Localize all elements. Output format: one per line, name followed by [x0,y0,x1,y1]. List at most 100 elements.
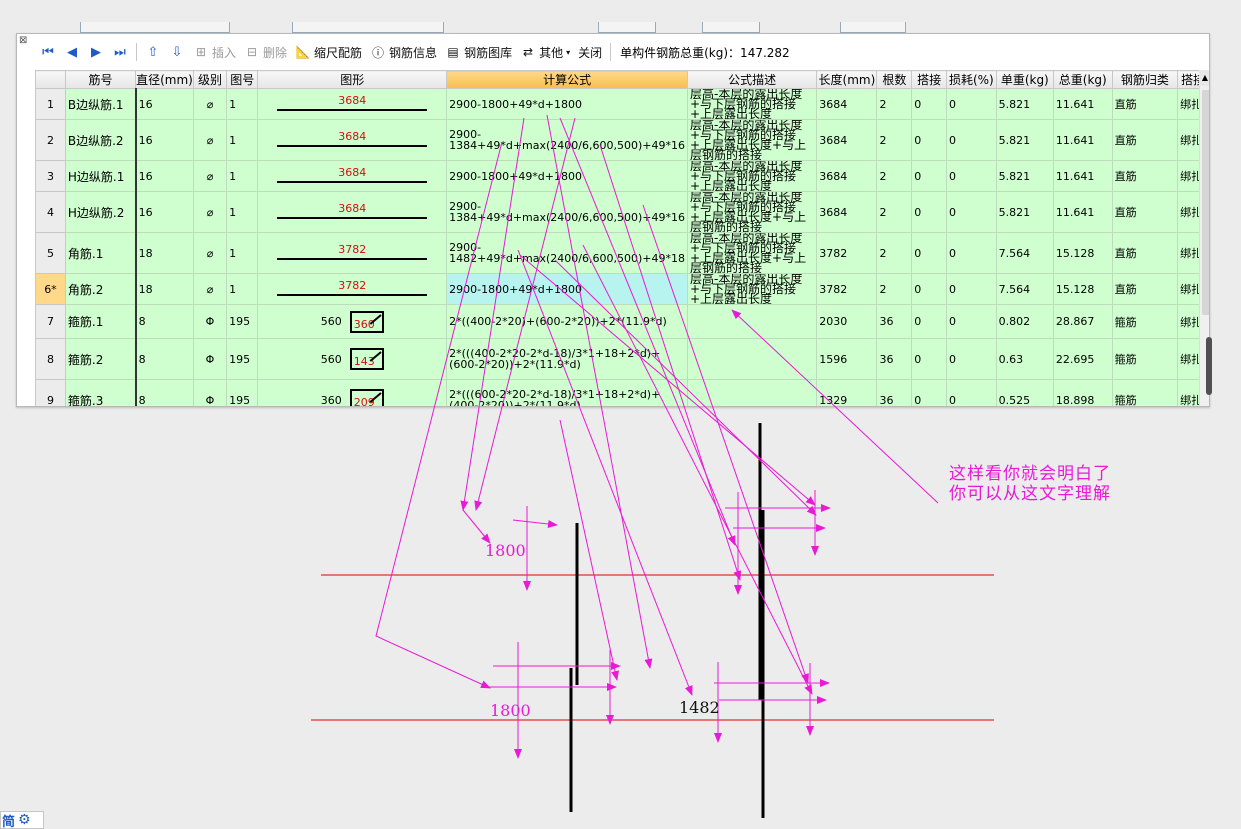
length-cell[interactable]: 3782 [816,273,878,305]
bar-id-cell[interactable]: H边纵筋.2 [64,191,137,233]
row-number[interactable]: 1 [35,88,66,120]
category-cell[interactable]: 直筋 [1111,88,1179,120]
bar-id-cell[interactable]: B边纵筋.2 [64,119,137,161]
grade-cell[interactable]: ⌀ [192,191,228,233]
formula-desc-cell[interactable]: 层高-本层的露出长度+与下层钢筋的搭接+上层露出长度 [686,160,818,192]
grade-cell[interactable]: ⌀ [192,119,228,161]
category-cell[interactable]: 箍筋 [1111,379,1179,406]
grade-cell[interactable]: ⌀ [192,232,228,274]
last-record-button[interactable]: ⏭ [109,41,131,63]
row-number[interactable]: 6* [35,273,66,305]
loss-cell[interactable]: 0 [945,379,997,406]
lap-cell[interactable]: 0 [911,119,947,161]
header-category[interactable]: 钢筋归类 [1111,70,1179,89]
length-cell[interactable]: 2030 [816,304,878,339]
table-row[interactable]: 5 角筋.1 18 ⌀ 1 3782 2900-1482+49*d+max(24… [35,232,1209,274]
count-cell[interactable]: 36 [876,379,913,406]
unit-weight-cell[interactable]: 5.821 [995,160,1054,192]
diameter-cell[interactable]: 8 [134,379,194,406]
header-figure-no[interactable]: 图号 [226,70,259,89]
lap-cell[interactable]: 0 [911,338,947,380]
table-row-current[interactable]: 6* 角筋.2 18 ⌀ 1 3782 2900-1800+49*d+1800 … [35,273,1209,305]
total-weight-cell[interactable]: 11.641 [1052,191,1113,233]
bar-id-cell[interactable]: H边纵筋.1 [64,160,137,192]
header-formula-desc[interactable]: 公式描述 [686,70,818,89]
formula-desc-cell[interactable] [686,379,818,406]
shape-cell[interactable]: 360 209 [257,379,448,406]
unit-weight-cell[interactable]: 5.821 [995,88,1054,120]
top-tab[interactable] [840,22,906,33]
lap-cell[interactable]: 0 [911,88,947,120]
bar-id-cell[interactable]: 箍筋.2 [64,338,137,380]
total-weight-cell[interactable]: 11.641 [1052,88,1113,120]
length-cell[interactable]: 3684 [816,191,878,233]
formula-desc-cell[interactable]: 层高-本层的露出长度+与下层钢筋的搭接+上层露出长度+与上层钢筋的搭接 [686,119,818,161]
formula-cell[interactable]: 2*(((600-2*20-2*d-18)/3*1+18+2*d)+(400-2… [446,379,688,406]
lap-cell[interactable]: 0 [911,304,947,339]
unit-weight-cell[interactable]: 5.821 [995,191,1054,233]
total-weight-cell[interactable]: 15.128 [1052,232,1113,274]
gear-icon[interactable]: ⚙ [18,812,31,828]
header-lap[interactable]: 搭接 [911,70,947,89]
formula-desc-cell[interactable]: 层高-本层的露出长度+与下层钢筋的搭接+上层露出长度+与上层钢筋的搭接 [686,232,818,274]
length-cell[interactable]: 1329 [816,379,878,406]
formula-desc-cell[interactable]: 层高-本层的露出长度+与下层钢筋的搭接+上层露出长度+与上层钢筋的搭接 [686,191,818,233]
count-cell[interactable]: 2 [876,119,913,161]
table-row[interactable]: 2 B边纵筋.2 16 ⌀ 1 3684 2900-1384+49*d+max(… [35,119,1209,161]
first-record-button[interactable]: ⏮ [37,41,59,63]
category-cell[interactable]: 箍筋 [1111,338,1179,380]
diameter-cell[interactable]: 18 [134,232,194,274]
formula-cell[interactable]: 2900-1800+49*d+1800 [446,160,688,192]
figure-no-cell[interactable]: 195 [226,379,259,406]
formula-desc-cell[interactable]: 层高-本层的露出长度+与下层钢筋的搭接+上层露出长度 [686,273,818,305]
loss-cell[interactable]: 0 [945,232,997,274]
other-menu-button[interactable]: ⇄ 其他 ▾ [517,41,573,63]
shape-cell[interactable]: 3684 [257,191,448,233]
length-cell[interactable]: 3684 [816,119,878,161]
top-tab[interactable] [702,22,760,33]
table-row[interactable]: 4 H边纵筋.2 16 ⌀ 1 3684 2900-1384+49*d+max(… [35,191,1209,233]
move-down-button[interactable]: ⇩ [166,41,188,63]
grade-cell[interactable]: Φ [192,379,228,406]
header-loss[interactable]: 损耗(%) [945,70,997,89]
length-cell[interactable]: 3684 [816,88,878,120]
next-record-button[interactable]: ▶ [85,41,107,63]
figure-no-cell[interactable]: 1 [226,273,259,305]
unit-weight-cell[interactable]: 7.564 [995,232,1054,274]
table-row[interactable]: 3 H边纵筋.1 16 ⌀ 1 3684 2900-1800+49*d+1800… [35,160,1209,192]
loss-cell[interactable]: 0 [945,160,997,192]
diameter-cell[interactable]: 18 [134,273,194,305]
figure-no-cell[interactable]: 195 [226,338,259,380]
bar-id-cell[interactable]: 角筋.2 [64,273,137,305]
lap-cell[interactable]: 0 [911,379,947,406]
figure-no-cell[interactable]: 1 [226,88,259,120]
bottom-language-tab[interactable]: 简 ⚙ [0,811,44,829]
unit-weight-cell[interactable]: 5.821 [995,119,1054,161]
category-cell[interactable]: 直筋 [1111,160,1179,192]
shape-cell[interactable]: 560 143 [257,338,448,380]
top-tab[interactable] [292,22,444,33]
loss-cell[interactable]: 0 [945,304,997,339]
total-weight-cell[interactable]: 22.695 [1052,338,1113,380]
grade-cell[interactable]: Φ [192,304,228,339]
scroll-thumb[interactable] [1202,90,1209,316]
category-cell[interactable]: 直筋 [1111,273,1179,305]
length-cell[interactable]: 1596 [816,338,878,380]
grade-cell[interactable]: ⌀ [192,88,228,120]
figure-no-cell[interactable]: 1 [226,191,259,233]
count-cell[interactable]: 2 [876,232,913,274]
length-cell[interactable]: 3782 [816,232,878,274]
formula-cell[interactable]: 2900-1800+49*d+1800 [446,88,688,120]
count-cell[interactable]: 2 [876,191,913,233]
lap-cell[interactable]: 0 [911,273,947,305]
row-number[interactable]: 4 [35,191,66,233]
loss-cell[interactable]: 0 [945,191,997,233]
row-number[interactable]: 2 [35,119,66,161]
row-number[interactable]: 5 [35,232,66,274]
count-cell[interactable]: 2 [876,273,913,305]
row-number[interactable]: 9 [35,379,66,406]
grade-cell[interactable]: ⌀ [192,160,228,192]
formula-cell[interactable]: 2900-1384+49*d+max(2400/6,600,500)+49*16 [446,191,688,233]
table-row[interactable]: 1 B边纵筋.1 16 ⌀ 1 3684 2900-1800+49*d+1800… [35,88,1209,120]
bar-id-cell[interactable]: 箍筋.1 [64,304,137,339]
